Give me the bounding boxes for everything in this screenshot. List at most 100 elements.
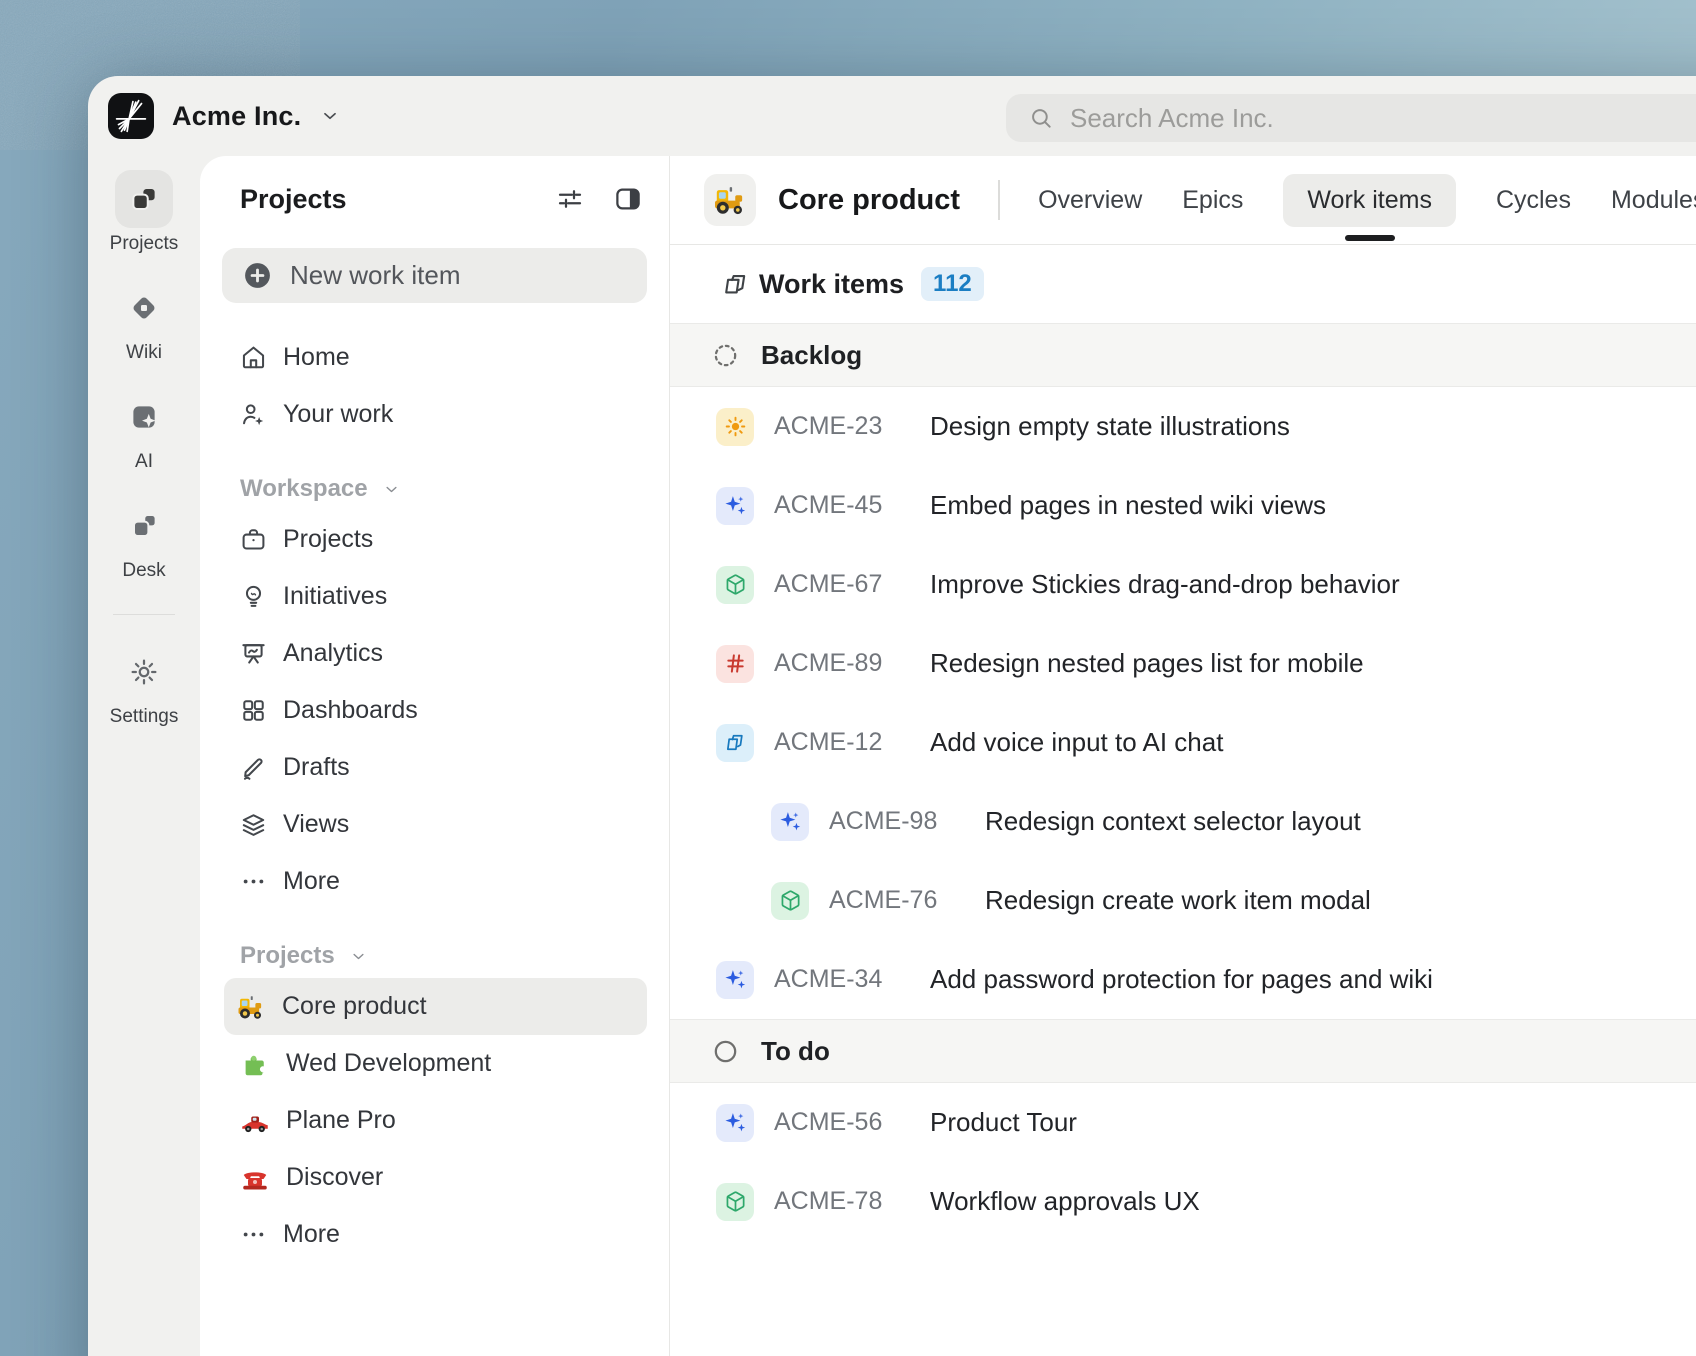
sidebar-item[interactable]: Views	[222, 796, 647, 853]
sidebar-section-header[interactable]: Projects	[222, 934, 647, 978]
cube-icon	[724, 1190, 747, 1213]
sidebar-item[interactable]: More	[222, 1206, 647, 1263]
work-item-row[interactable]: ACME-45 Embed pages in nested wiki views	[670, 466, 1696, 545]
sidebar-item[interactable]: Discover	[222, 1149, 647, 1206]
sidebar-item[interactable]: Core product	[224, 978, 647, 1035]
work-item-type-chip	[716, 645, 754, 683]
chevron-down-icon[interactable]	[319, 105, 341, 127]
work-item-type-chip	[716, 724, 754, 762]
cube-icon	[779, 889, 802, 912]
sparkles-icon	[724, 968, 747, 991]
sidebar-item-label: Wed Development	[286, 1049, 491, 1078]
group-label: Backlog	[761, 340, 862, 371]
pen-icon	[240, 754, 267, 781]
sidebar-item[interactable]: Wed Development	[222, 1035, 647, 1092]
sidebar-item-label: Analytics	[283, 639, 383, 668]
rail-item[interactable]: AI	[115, 388, 173, 473]
puzzle-icon	[240, 1049, 270, 1079]
sidebar-item[interactable]: More	[222, 853, 647, 910]
tab[interactable]: Cycles	[1496, 186, 1571, 215]
work-item-list: Backlog ACME-23 Design empty state illus…	[670, 323, 1696, 1241]
sidebar-section-header[interactable]: Workspace	[222, 467, 647, 511]
tab[interactable]: Modules	[1611, 186, 1696, 215]
race-car-icon	[240, 1106, 270, 1136]
workspace-logo-icon	[108, 93, 154, 139]
rail-item[interactable]: Desk	[115, 497, 173, 582]
work-item-row[interactable]: ACME-67 Improve Stickies drag-and-drop b…	[670, 545, 1696, 624]
filter-sliders-icon[interactable]	[555, 184, 585, 214]
tab[interactable]: Epics	[1182, 186, 1243, 215]
sidebar-item-label: Your work	[283, 400, 393, 429]
sparkles-icon	[724, 1111, 747, 1134]
analytics-board-icon	[240, 640, 267, 667]
work-item-row[interactable]: ACME-23 Design empty state illustrations	[670, 387, 1696, 466]
work-item-id: ACME-12	[774, 728, 914, 757]
sidebar-nav: Home Your work	[222, 329, 647, 443]
rail-item-label: AI	[135, 451, 153, 473]
rail-list: Projects Wiki AI Desk Settings	[88, 170, 200, 752]
sidebar-item-label: Initiatives	[283, 582, 387, 611]
work-item-type-chip	[716, 1104, 754, 1142]
new-work-item-button[interactable]: New work item	[222, 248, 647, 303]
work-item-id: ACME-45	[774, 491, 914, 520]
work-item-title: Improve Stickies drag-and-drop behavior	[930, 569, 1400, 600]
top-bar: Acme Inc.	[88, 76, 1696, 156]
layers-icon	[240, 811, 267, 838]
workspace-switcher[interactable]: Acme Inc.	[88, 93, 341, 139]
work-item-row[interactable]: ACME-89 Redesign nested pages list for m…	[670, 624, 1696, 703]
tab[interactable]: Overview	[1038, 186, 1142, 215]
todo-circle-icon	[712, 1038, 739, 1065]
tab[interactable]: Work items	[1283, 174, 1456, 227]
tractor-icon	[712, 182, 748, 218]
sidebar-item-label: Projects	[283, 525, 373, 554]
sidebar-item-label: Home	[283, 343, 350, 372]
work-items-stack-icon	[722, 270, 750, 298]
sidebar-item-label: Views	[283, 810, 349, 839]
sidebar-item-label: Plane Pro	[286, 1106, 396, 1135]
sidebar-item[interactable]: Plane Pro	[222, 1092, 647, 1149]
panel-toggle-icon[interactable]	[613, 184, 643, 214]
rail-item-label: Settings	[110, 706, 179, 728]
content-panel: Projects New work item Home Your work	[200, 156, 1696, 1356]
rail-item[interactable]: Wiki	[115, 279, 173, 364]
sidebar-item[interactable]: Drafts	[222, 739, 647, 796]
sidebar-item[interactable]: Your work	[222, 386, 647, 443]
sidebar-item-label: More	[283, 1220, 340, 1249]
rail-divider	[113, 614, 175, 615]
rail-item[interactable]: Projects	[110, 170, 179, 255]
work-item-title: Redesign nested pages list for mobile	[930, 648, 1364, 679]
work-item-row[interactable]: ACME-98 Redesign context selector layout	[670, 782, 1696, 861]
sparkles-icon	[724, 494, 747, 517]
sidebar-item[interactable]: Dashboards	[222, 682, 647, 739]
global-search[interactable]	[1006, 94, 1696, 142]
work-item-title: Add voice input to AI chat	[930, 727, 1223, 758]
work-item-row[interactable]: ACME-12 Add voice input to AI chat	[670, 703, 1696, 782]
sidebar-item[interactable]: Projects	[222, 511, 647, 568]
work-item-id: ACME-34	[774, 965, 914, 994]
group-header[interactable]: To do	[670, 1019, 1696, 1083]
cube-icon	[724, 573, 747, 596]
ellipsis-icon	[240, 868, 267, 895]
sidebar-item-label: More	[283, 867, 340, 896]
work-item-row[interactable]: ACME-56 Product Tour	[670, 1083, 1696, 1162]
sidebar-item[interactable]: Analytics	[222, 625, 647, 682]
telephone-icon	[240, 1163, 270, 1193]
search-input[interactable]	[1068, 102, 1545, 135]
work-item-id: ACME-89	[774, 649, 914, 678]
sidebar-item[interactable]: Initiatives	[222, 568, 647, 625]
work-item-title: Redesign context selector layout	[985, 806, 1361, 837]
pages-icon	[724, 731, 747, 754]
work-item-row[interactable]: ACME-76 Redesign create work item modal	[670, 861, 1696, 940]
work-item-row[interactable]: ACME-78 Workflow approvals UX	[670, 1162, 1696, 1241]
group-label: To do	[761, 1036, 830, 1067]
gear-icon	[129, 657, 159, 687]
rail-item[interactable]: Settings	[110, 643, 179, 728]
plus-circle-icon	[242, 260, 273, 291]
sidebar-item[interactable]: Home	[222, 329, 647, 386]
ellipsis-icon	[240, 1221, 267, 1248]
work-item-type-chip	[716, 487, 754, 525]
work-item-type-chip	[771, 882, 809, 920]
work-item-row[interactable]: ACME-34 Add password protection for page…	[670, 940, 1696, 1019]
group-header[interactable]: Backlog	[670, 323, 1696, 387]
user-sparkle-icon	[240, 401, 267, 428]
